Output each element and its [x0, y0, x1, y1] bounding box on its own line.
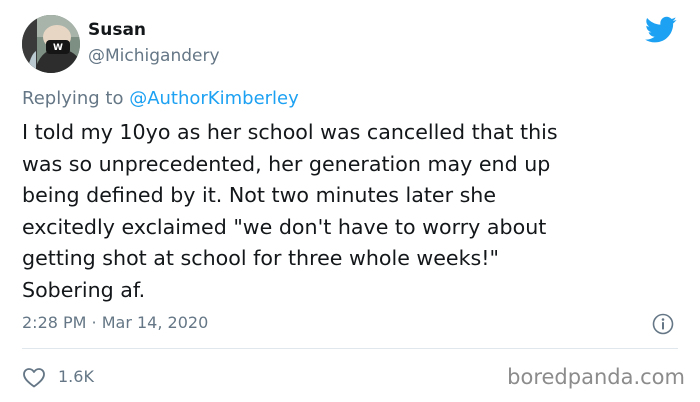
replying-to: Replying to @AuthorKimberley — [22, 88, 299, 109]
tweet-text: I told my 10yo as her school was cancell… — [22, 120, 558, 302]
user-handle[interactable]: @Michigandery — [88, 46, 220, 66]
divider — [22, 348, 678, 349]
display-name[interactable]: Susan — [88, 20, 146, 40]
watermark: boredpanda.com — [507, 365, 685, 389]
like-count: 1.6K — [58, 367, 94, 386]
info-icon[interactable] — [652, 313, 674, 335]
reply-mention-link[interactable]: @AuthorKimberley — [129, 88, 299, 109]
avatar-photo: W — [22, 15, 80, 73]
tweet-timestamp[interactable]: 2:28 PM · Mar 14, 2020 — [22, 313, 208, 332]
avatar[interactable]: W — [22, 15, 80, 73]
heart-icon[interactable] — [22, 367, 46, 388]
svg-text:W: W — [53, 43, 63, 53]
replying-prefix: Replying to — [22, 88, 130, 109]
tweet-card: W Susan @Michigandery Replying to @Autho… — [0, 0, 700, 402]
twitter-bird-icon[interactable] — [645, 16, 677, 44]
